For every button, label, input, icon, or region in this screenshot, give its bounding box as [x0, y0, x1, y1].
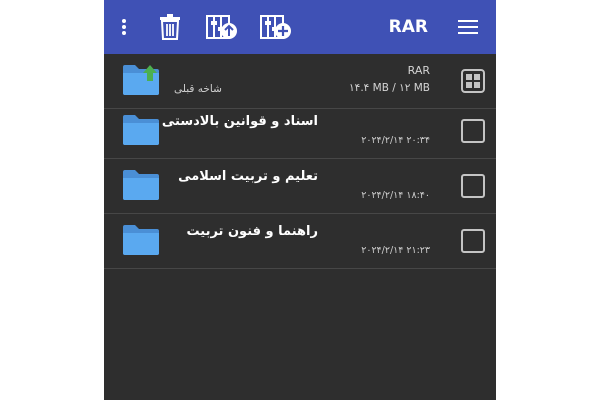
row-checkbox[interactable] [461, 229, 485, 253]
parent-folder-row[interactable]: شاخه قبلی RAR ۱۴.۴ MB / ۱۲ MB [104, 54, 496, 109]
file-name: تعلیم و تربیت اسلامی [178, 169, 318, 184]
archive-type-label: RAR [407, 64, 430, 77]
file-browser: RAR شاخه قبلی RAR ۱۴.۴ MB / ۱۲ MB اسناد … [104, 0, 496, 400]
list-item[interactable]: راهنما و فنون تربیت ۲۰۲۴/۲/۱۴ ۲۱:۲۳ [104, 214, 496, 269]
app-title: RAR [388, 17, 428, 37]
parent-folder-label: شاخه قبلی [174, 83, 222, 95]
folder-icon [122, 113, 160, 147]
file-name: اسناد و قوانین بالادستی [161, 114, 318, 129]
file-date: ۲۰۲۴/۲/۱۴ ۱۸:۴۰ [361, 190, 430, 201]
file-date: ۲۰۲۴/۲/۱۴ ۲۰:۳۴ [361, 135, 430, 146]
folder-icon [122, 223, 160, 257]
app-bar: RAR [104, 0, 496, 54]
add-to-archive-icon[interactable] [258, 0, 294, 54]
trash-icon[interactable] [154, 0, 186, 54]
row-checkbox[interactable] [461, 174, 485, 198]
extract-icon[interactable] [204, 0, 240, 54]
list-item[interactable]: تعلیم و تربیت اسلامی ۲۰۲۴/۲/۱۴ ۱۸:۴۰ [104, 159, 496, 214]
folder-icon [122, 168, 160, 202]
more-vert-icon[interactable] [112, 0, 136, 54]
list-item[interactable]: اسناد و قوانین بالادستی ۲۰۲۴/۲/۱۴ ۲۰:۳۴ [104, 104, 496, 159]
menu-icon[interactable] [456, 0, 480, 54]
select-all-icon[interactable] [461, 69, 485, 93]
file-name: راهنما و فنون تربیت [186, 224, 319, 239]
archive-size: ۱۴.۴ MB / ۱۲ MB [349, 82, 430, 94]
folder-up-icon [122, 63, 160, 97]
row-checkbox[interactable] [461, 119, 485, 143]
file-date: ۲۰۲۴/۲/۱۴ ۲۱:۲۳ [361, 245, 430, 256]
